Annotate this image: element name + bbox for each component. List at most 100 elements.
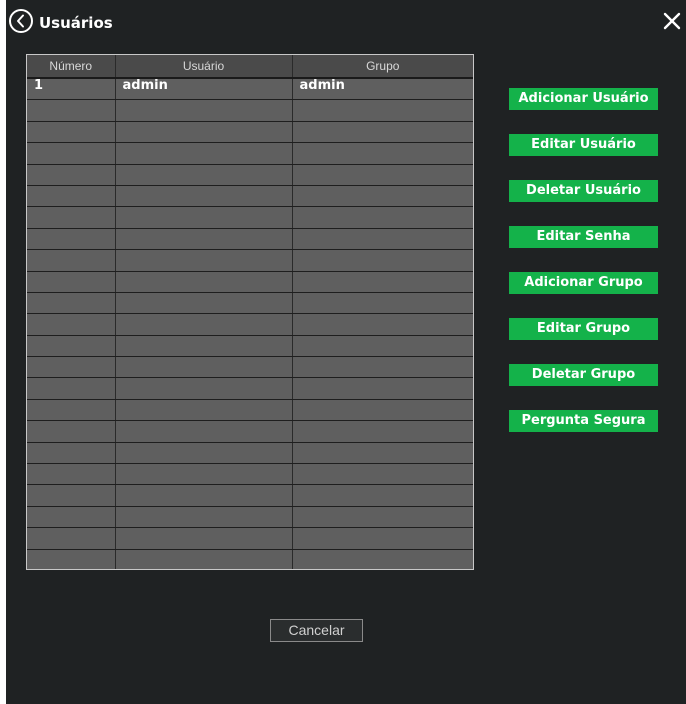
- table-cell: [292, 313, 473, 336]
- table-cell: [292, 121, 473, 144]
- table-cell: [27, 185, 116, 208]
- column-header-user[interactable]: Usuário: [115, 55, 293, 79]
- table-cell: [27, 142, 116, 165]
- table-cell: admin: [115, 78, 293, 101]
- table-cell: [115, 121, 293, 144]
- table-cell: [27, 484, 116, 507]
- delete-user-button[interactable]: Deletar Usuário: [509, 180, 658, 202]
- table-row[interactable]: [27, 228, 473, 251]
- table-row[interactable]: [27, 121, 473, 144]
- table-row[interactable]: [27, 292, 473, 315]
- table-cell: [115, 527, 293, 550]
- table-row[interactable]: [27, 185, 473, 208]
- table-row[interactable]: [27, 420, 473, 443]
- table-row[interactable]: [27, 313, 473, 336]
- table-row[interactable]: 1 admin admin: [27, 78, 473, 101]
- users-dialog: Usuários Número Usuário Grupo 1 admin admi…: [6, 0, 686, 704]
- table-cell: [292, 292, 473, 315]
- table-cell: [292, 99, 473, 122]
- table-cell: [292, 142, 473, 165]
- column-header-number[interactable]: Número: [27, 55, 116, 79]
- table-cell: [115, 292, 293, 315]
- table-cell: [27, 420, 116, 443]
- table-cell: [292, 228, 473, 251]
- table-cell: [115, 463, 293, 486]
- table-cell: [115, 164, 293, 186]
- table-cell: [292, 549, 473, 569]
- table-cell: [27, 292, 116, 315]
- table-cell: [292, 442, 473, 465]
- column-header-group[interactable]: Grupo: [292, 55, 473, 79]
- table-cell: [27, 442, 116, 465]
- table-cell: [27, 271, 116, 293]
- edit-user-button[interactable]: Editar Usuário: [509, 134, 658, 156]
- table-row[interactable]: [27, 506, 473, 529]
- delete-group-button[interactable]: Deletar Grupo: [509, 364, 658, 386]
- table-cell: [292, 463, 473, 486]
- table-row[interactable]: [27, 164, 473, 186]
- table-row[interactable]: [27, 99, 473, 122]
- table-cell: [115, 271, 293, 293]
- table-cell: [292, 164, 473, 186]
- table-cell: [115, 313, 293, 336]
- table-cell: [292, 506, 473, 529]
- table-cell: [27, 99, 116, 122]
- table-cell: [115, 377, 293, 400]
- back-button[interactable]: [9, 9, 33, 33]
- table-cell: [292, 249, 473, 272]
- table-cell: [292, 420, 473, 443]
- table-row[interactable]: [27, 335, 473, 358]
- table-row[interactable]: [27, 377, 473, 400]
- edit-group-button[interactable]: Editar Grupo: [509, 318, 658, 340]
- table-row[interactable]: [27, 442, 473, 465]
- table-cell: [292, 377, 473, 400]
- table-row[interactable]: [27, 249, 473, 272]
- table-row[interactable]: [27, 271, 473, 293]
- table-cell: [115, 399, 293, 422]
- table-cell: [115, 99, 293, 122]
- table-row[interactable]: [27, 527, 473, 550]
- add-group-button[interactable]: Adicionar Grupo: [509, 272, 658, 294]
- table-row[interactable]: [27, 142, 473, 165]
- table-cell: [27, 313, 116, 336]
- table-cell: admin: [292, 78, 473, 101]
- table-cell: [115, 142, 293, 165]
- close-button[interactable]: [662, 11, 682, 31]
- cancel-button[interactable]: Cancelar: [270, 619, 363, 642]
- table-cell: [115, 356, 293, 379]
- action-buttons: Adicionar Usuário Editar Usuário Deletar U…: [509, 88, 658, 456]
- table-row[interactable]: [27, 549, 473, 569]
- add-user-button[interactable]: Adicionar Usuário: [509, 88, 658, 110]
- table-row[interactable]: [27, 206, 473, 229]
- table-row[interactable]: [27, 399, 473, 422]
- edit-password-button[interactable]: Editar Senha: [509, 226, 658, 248]
- table-cell: [27, 206, 116, 229]
- table-cell: [27, 356, 116, 379]
- table-cell: [27, 399, 116, 422]
- table-cell: [292, 335, 473, 358]
- table-cell: [292, 356, 473, 379]
- table-cell: [115, 506, 293, 529]
- table-cell: [115, 549, 293, 569]
- table-row[interactable]: [27, 484, 473, 507]
- table-cell: [115, 228, 293, 251]
- table-cell: [27, 549, 116, 569]
- table-cell: [27, 463, 116, 486]
- table-cell: [27, 506, 116, 529]
- table-cell: [27, 335, 116, 358]
- table-header-row: Número Usuário Grupo: [27, 55, 473, 79]
- table-cell: [292, 527, 473, 550]
- users-table-container: Número Usuário Grupo 1 admin admin: [26, 54, 474, 570]
- table-cell: [292, 185, 473, 208]
- table-row[interactable]: [27, 356, 473, 379]
- table-cell: [115, 185, 293, 208]
- security-question-button[interactable]: Pergunta Segura: [509, 410, 658, 432]
- table-cell: [292, 206, 473, 229]
- table-cell: [115, 442, 293, 465]
- page-title: Usuários: [39, 14, 113, 32]
- table-cell: [27, 228, 116, 251]
- table-cell: [27, 121, 116, 144]
- table-cell: [292, 271, 473, 293]
- table-row[interactable]: [27, 463, 473, 486]
- table-cell: [292, 399, 473, 422]
